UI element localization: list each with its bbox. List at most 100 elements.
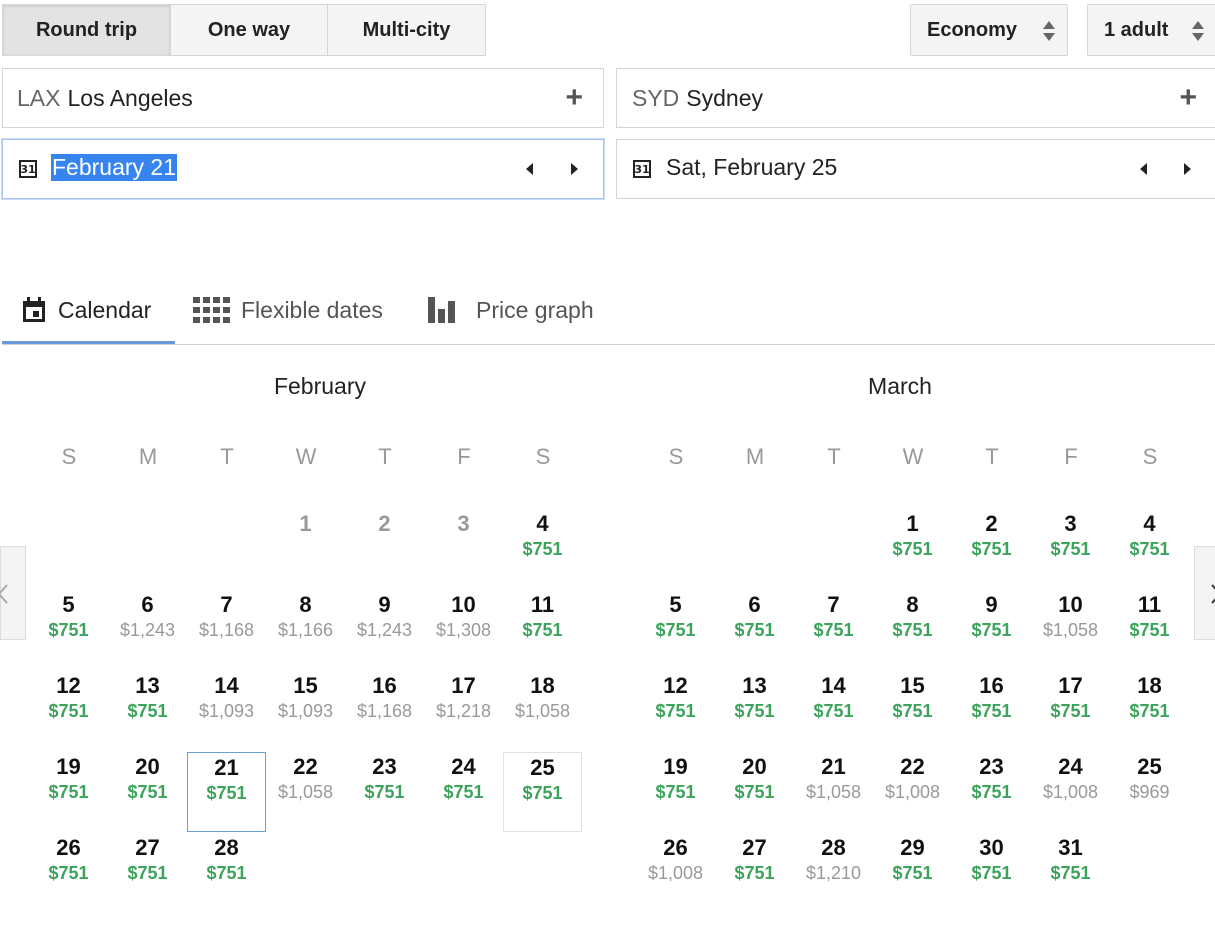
calendar-day[interactable]: 10 $1,058: [1031, 590, 1110, 670]
calendar-day[interactable]: 20 $751: [715, 752, 794, 832]
round-trip-button[interactable]: Round trip: [2, 4, 171, 56]
calendar-day[interactable]: 16 $751: [952, 671, 1031, 751]
tab-price-graph[interactable]: Price graph: [428, 285, 594, 335]
calendar-day[interactable]: 2 $751: [952, 509, 1031, 589]
next-date-icon[interactable]: [1184, 163, 1191, 175]
day-number: 7: [220, 592, 233, 617]
calendar-day[interactable]: 12 $751: [29, 671, 108, 751]
calendar-day[interactable]: 14 $751: [794, 671, 873, 751]
passengers-select[interactable]: 1 adult: [1087, 4, 1215, 56]
calendar-day[interactable]: 15 $1,093: [266, 671, 345, 751]
calendar-day[interactable]: 11 $751: [1110, 590, 1189, 670]
day-number: 1: [906, 511, 919, 536]
calendar-day[interactable]: 10 $1,308: [424, 590, 503, 670]
return-date-value[interactable]: Sat, February 25: [666, 154, 837, 181]
cabin-class-select[interactable]: Economy: [910, 4, 1068, 56]
calendar-day[interactable]: 4 $751: [503, 509, 582, 589]
previous-month-button[interactable]: [0, 546, 26, 640]
calendar-day[interactable]: 17 $751: [1031, 671, 1110, 751]
tab-calendar[interactable]: Calendar: [22, 285, 151, 335]
calendar-day[interactable]: 7 $1,168: [187, 590, 266, 670]
day-price: $751: [364, 782, 405, 802]
calendar-day[interactable]: 22 $1,008: [873, 752, 952, 832]
day-price: $751: [48, 863, 89, 883]
day-number: 2: [378, 511, 391, 536]
calendar-day[interactable]: 16 $1,168: [345, 671, 424, 751]
depart-date-value[interactable]: February 21: [51, 154, 178, 181]
calendar-day[interactable]: 28 $1,210: [794, 833, 873, 913]
calendar-day[interactable]: 22 $1,058: [266, 752, 345, 832]
calendar-day[interactable]: 24 $751: [424, 752, 503, 832]
grid-icon: [193, 297, 230, 323]
destination-field[interactable]: SYD Sydney +: [616, 68, 1215, 128]
calendar-day[interactable]: 28 $751: [187, 833, 266, 913]
weekday-header: T: [220, 444, 234, 469]
calendar-day[interactable]: 5 $751: [29, 590, 108, 670]
calendar-day[interactable]: 20 $751: [108, 752, 187, 832]
calendar-day[interactable]: 19 $751: [29, 752, 108, 832]
calendar-day[interactable]: 19 $751: [636, 752, 715, 832]
calendar-day[interactable]: 27 $751: [715, 833, 794, 913]
multi-city-button[interactable]: Multi-city: [327, 4, 486, 56]
day-price: $751: [1129, 701, 1170, 721]
calendar-day[interactable]: 6 $751: [715, 590, 794, 670]
day-price: $1,168: [198, 620, 255, 640]
calendar-day[interactable]: 1 $751: [873, 509, 952, 589]
weekday-header: S: [668, 444, 684, 469]
day-price: $751: [1050, 701, 1091, 721]
calendar-day[interactable]: 29 $751: [873, 833, 952, 913]
next-month-button[interactable]: [1194, 546, 1215, 640]
calendar-day[interactable]: 27 $751: [108, 833, 187, 913]
calendar-day[interactable]: 26 $1,008: [636, 833, 715, 913]
calendar-day[interactable]: 23 $751: [952, 752, 1031, 832]
day-number: 15: [293, 673, 318, 698]
calendar-day[interactable]: 15 $751: [873, 671, 952, 751]
calendar-day[interactable]: 18 $1,058: [503, 671, 582, 751]
one-way-button[interactable]: One way: [170, 4, 328, 56]
return-date-field[interactable]: 31 Sat, February 25: [616, 139, 1215, 199]
calendar-day[interactable]: 30 $751: [952, 833, 1031, 913]
day-price: $751: [892, 620, 933, 640]
calendar-day[interactable]: 24 $1,008: [1031, 752, 1110, 832]
calendar-day[interactable]: 21 $1,058: [794, 752, 873, 832]
calendar-day[interactable]: 9 $1,243: [345, 590, 424, 670]
calendar-day[interactable]: 8 $1,166: [266, 590, 345, 670]
calendar-day[interactable]: 7 $751: [794, 590, 873, 670]
chevron-left-icon: [0, 584, 8, 604]
calendar-day[interactable]: 13 $751: [715, 671, 794, 751]
calendar-day[interactable]: 4 $751: [1110, 509, 1189, 589]
add-origin-icon[interactable]: +: [565, 83, 583, 113]
depart-date-field[interactable]: 31 February 21: [2, 139, 604, 199]
origin-field[interactable]: LAX Los Angeles +: [2, 68, 604, 128]
previous-date-icon[interactable]: [1140, 163, 1147, 175]
calendar-day[interactable]: 5 $751: [636, 590, 715, 670]
day-price: $751: [127, 701, 168, 721]
day-price: $1,210: [805, 863, 862, 883]
day-number: 11: [530, 592, 555, 617]
calendar-day[interactable]: 8 $751: [873, 590, 952, 670]
calendar-day[interactable]: 31 $751: [1031, 833, 1110, 913]
day-price: $751: [813, 620, 854, 640]
calendar-day[interactable]: 3 $751: [1031, 509, 1110, 589]
calendar-day[interactable]: 6 $1,243: [108, 590, 187, 670]
calendar-day[interactable]: 21 $751: [187, 752, 266, 832]
cabin-class-value: Economy: [927, 18, 1018, 41]
day-price: $751: [734, 782, 775, 802]
calendar-day[interactable]: 17 $1,218: [424, 671, 503, 751]
calendar-day[interactable]: 25 $969: [1110, 752, 1189, 832]
next-date-icon[interactable]: [571, 163, 578, 175]
calendar-day[interactable]: 12 $751: [636, 671, 715, 751]
calendar-day[interactable]: 25 $751: [503, 752, 582, 832]
tab-flexible-dates[interactable]: Flexible dates: [193, 285, 383, 335]
calendar-day[interactable]: 26 $751: [29, 833, 108, 913]
calendar-day: 3: [424, 509, 503, 589]
calendar-day[interactable]: 18 $751: [1110, 671, 1189, 751]
calendar-day[interactable]: 23 $751: [345, 752, 424, 832]
previous-date-icon[interactable]: [526, 163, 533, 175]
calendar-day[interactable]: 13 $751: [108, 671, 187, 751]
calendar-day[interactable]: 14 $1,093: [187, 671, 266, 751]
calendar-day[interactable]: 11 $751: [503, 590, 582, 670]
add-destination-icon[interactable]: +: [1179, 83, 1197, 113]
calendar-day[interactable]: 9 $751: [952, 590, 1031, 670]
day-price: $751: [1050, 863, 1091, 883]
